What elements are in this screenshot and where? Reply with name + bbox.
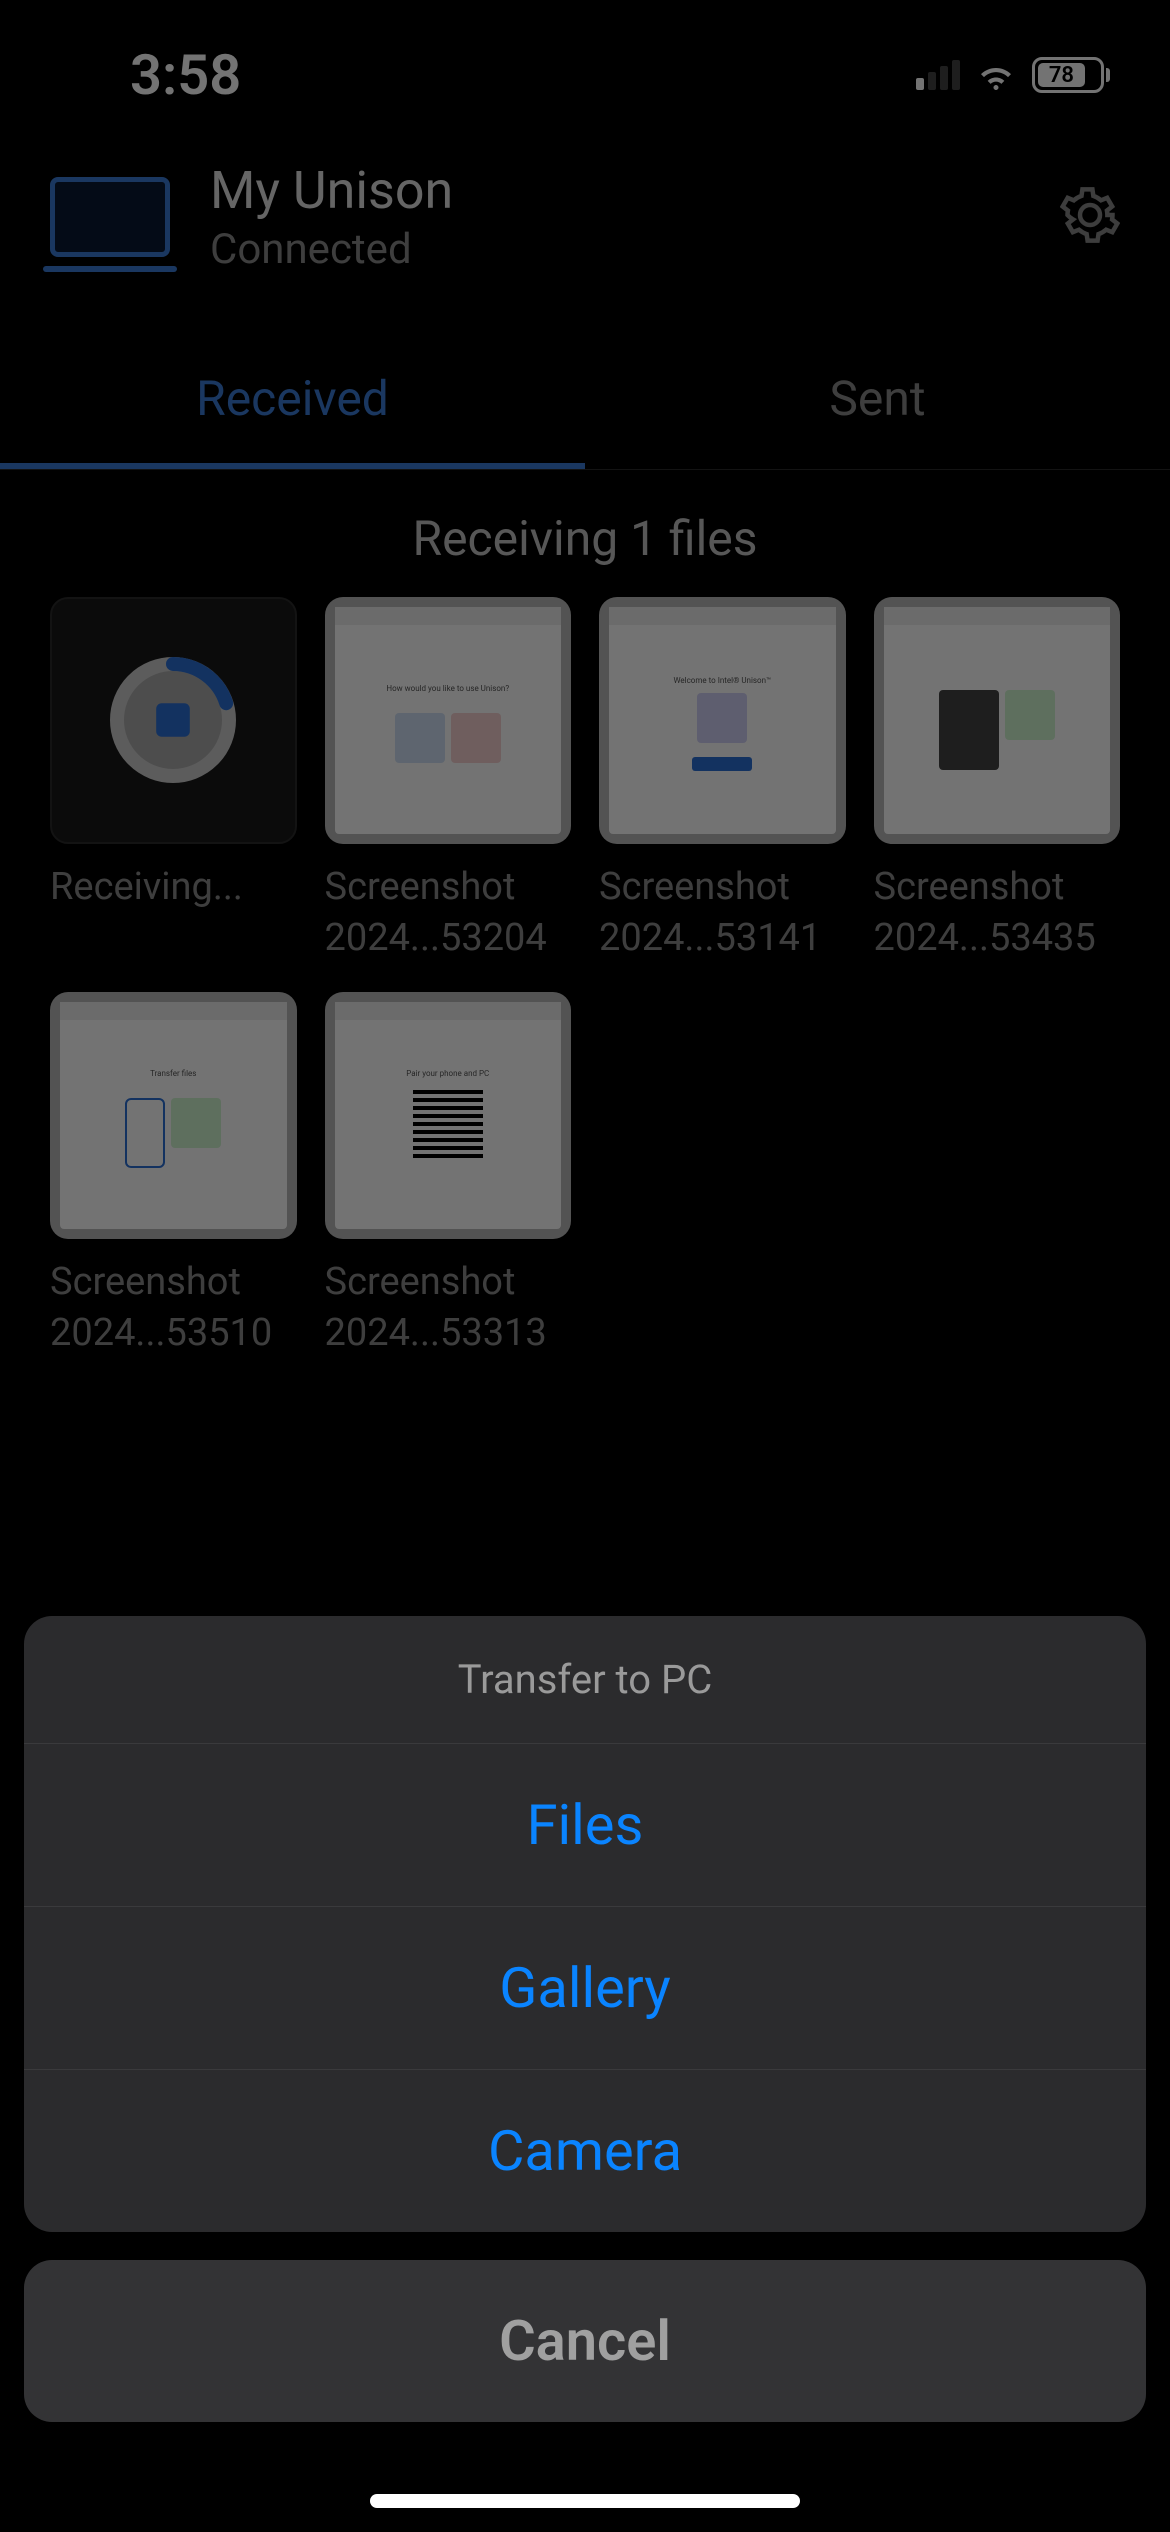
action-sheet-group: Transfer to PC Files Gallery Camera [24, 1616, 1146, 2232]
home-indicator[interactable] [370, 2494, 800, 2508]
action-sheet: Transfer to PC Files Gallery Camera Canc… [24, 1616, 1146, 2422]
action-cancel-button[interactable]: Cancel [24, 2260, 1146, 2422]
action-files-button[interactable]: Files [24, 1744, 1146, 1907]
action-camera-button[interactable]: Camera [24, 2070, 1146, 2232]
action-sheet-title: Transfer to PC [24, 1616, 1146, 1744]
action-gallery-button[interactable]: Gallery [24, 1907, 1146, 2070]
